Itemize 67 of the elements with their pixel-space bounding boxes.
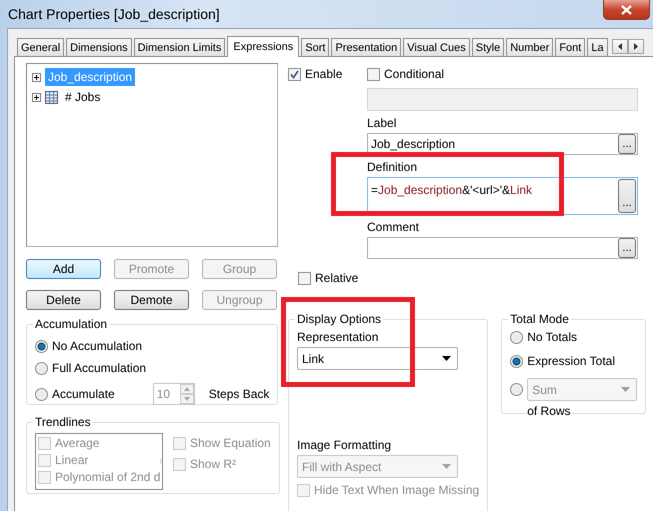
expand-icon[interactable] (32, 92, 41, 102)
ellipsis-button[interactable]: ... (618, 238, 636, 258)
tab[interactable]: Dimension Limits (134, 38, 226, 56)
checkbox-label: Hide Text When Image Missing (314, 483, 480, 497)
field-label: Representation (297, 330, 380, 344)
list-item: Polynomial of 2nd d (55, 470, 160, 484)
steps-label: Steps Back (208, 387, 270, 401)
radio-button[interactable] (35, 362, 48, 374)
table-icon (45, 90, 58, 104)
label-field[interactable]: Job_description ... (367, 133, 638, 155)
tab[interactable]: Expressions (227, 36, 300, 57)
right-arrow-icon (634, 43, 638, 50)
close-icon (621, 4, 632, 14)
expand-icon[interactable] (32, 72, 41, 82)
caret-icon (442, 464, 451, 469)
group-title: Trendlines (34, 415, 92, 429)
ellipsis-button[interactable]: ... (618, 179, 636, 213)
caret-icon (621, 387, 630, 392)
radio-button[interactable] (510, 330, 524, 344)
radio-label: No Totals (527, 330, 577, 344)
group-title: Total Mode (509, 312, 570, 326)
comment-field[interactable]: ... (367, 237, 638, 259)
radio-button[interactable] (35, 388, 48, 400)
left-arrow-icon (618, 43, 622, 50)
field-label: Definition (367, 160, 418, 174)
close-button[interactable] (603, 0, 650, 20)
field-label: Label (367, 116, 398, 130)
checkbox-label: Conditional (384, 67, 444, 81)
checkbox[interactable] (298, 272, 311, 284)
list-item: Linear (55, 453, 88, 467)
list-button[interactable]: Delete (26, 290, 101, 310)
field-label: Image Formatting (297, 438, 392, 452)
caret-icon (442, 356, 451, 361)
radio-label: Full Accumulation (52, 361, 146, 375)
scroll-right-button[interactable] (628, 39, 644, 54)
checkbox-label: Show Equation (190, 436, 271, 450)
of-rows-label: of Rows (527, 404, 572, 418)
group-title: Accumulation (34, 317, 108, 331)
list-button[interactable]: Demote (114, 290, 189, 310)
tab[interactable]: General (17, 38, 64, 56)
scroll-left-button[interactable] (612, 39, 628, 54)
tab[interactable]: Presentation (331, 38, 402, 56)
radio-label: Expression Total (527, 354, 616, 368)
group-title: Display Options (296, 312, 382, 326)
tab[interactable]: Style (472, 38, 504, 56)
tab[interactable]: Font (555, 38, 586, 56)
tab[interactable]: Dimensions (66, 38, 132, 56)
radio-label: Accumulate (52, 387, 115, 401)
tree-item[interactable]: # Jobs (62, 88, 104, 106)
representation-dropdown[interactable]: Link (297, 347, 458, 370)
field-label: Comment (367, 220, 420, 234)
tab[interactable]: Visual Cues (403, 38, 470, 56)
ellipsis-button[interactable]: ... (618, 134, 636, 154)
tab[interactable]: Sort (301, 38, 330, 56)
radio-button[interactable] (35, 340, 48, 352)
list-item: Average (55, 436, 100, 450)
checkbox[interactable] (288, 68, 301, 80)
radio-button[interactable] (510, 354, 524, 368)
checkbox[interactable] (367, 68, 380, 80)
checkbox-label: Enable (305, 67, 342, 81)
radio-label: No Accumulation (52, 339, 142, 353)
tab[interactable]: Number (506, 38, 554, 56)
tab[interactable]: La (587, 38, 608, 56)
checkbox-label: Relative (315, 271, 358, 285)
list-button[interactable]: Add (26, 259, 101, 279)
checkbox-label: Show R² (190, 457, 236, 471)
window-title: Chart Properties [Job_description] (8, 6, 220, 22)
